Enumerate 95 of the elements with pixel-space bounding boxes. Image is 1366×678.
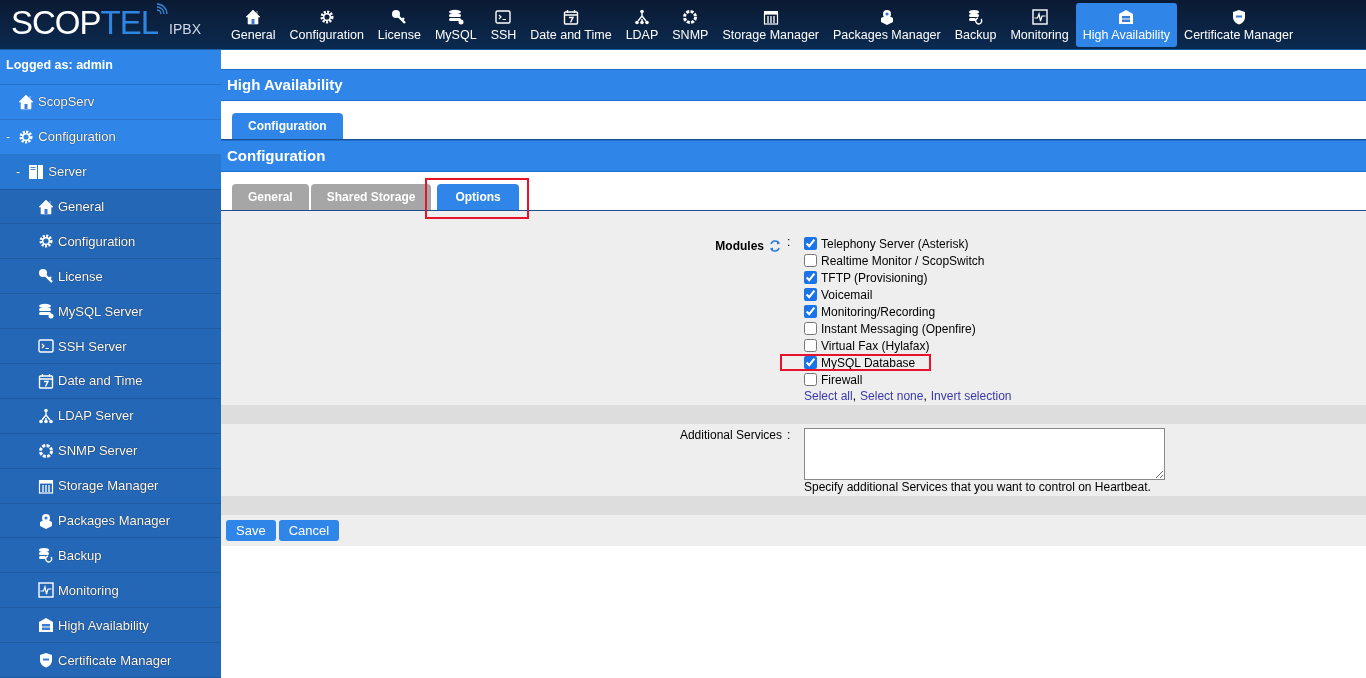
comma: , <box>923 389 927 403</box>
nav-item[interactable]: SNMP <box>665 2 716 47</box>
checkbox-label: Telephony Server (Asterisk) <box>821 236 969 251</box>
selection-link[interactable]: Invert selection <box>930 389 1012 403</box>
checkbox[interactable] <box>804 373 817 386</box>
tab[interactable]: Options <box>437 184 519 210</box>
pulse-monitor-icon <box>1031 8 1048 25</box>
checkbox-label: Firewall <box>821 372 863 387</box>
nav-item[interactable]: License <box>370 2 428 47</box>
help-text: Specify additional Services that you want to control on Heartbeat. <box>804 480 1152 494</box>
database-restore-icon <box>38 547 54 564</box>
key-icon <box>38 268 54 285</box>
server-house-icon <box>38 617 54 634</box>
gear-icon <box>38 233 54 250</box>
colon: : <box>786 428 792 444</box>
sidebar-item[interactable]: ScopServ <box>0 84 221 120</box>
house-icon <box>18 93 34 110</box>
sidebar-item[interactable]: SSH Server <box>0 329 221 364</box>
sidebar-item[interactable]: General <box>0 189 221 225</box>
checkbox[interactable] <box>804 305 817 318</box>
section-title: Configuration <box>221 140 1366 172</box>
nav-item[interactable]: Storage Manager <box>715 2 826 47</box>
field-label: Additional Services <box>679 428 782 442</box>
storefront-icon <box>762 8 779 25</box>
terminal-icon <box>495 8 512 25</box>
sidebar-item[interactable]: Packages Manager <box>0 503 221 539</box>
storefront-icon <box>38 477 54 494</box>
network-tree-icon <box>38 407 54 424</box>
ring-icon <box>38 442 54 459</box>
checkbox-label: MySQL Database <box>821 355 916 370</box>
nav-item[interactable]: MySQL <box>427 2 484 47</box>
server-tower-icon <box>28 163 45 180</box>
nav-item[interactable]: Date and Time <box>523 2 619 47</box>
database-icon <box>38 303 54 320</box>
gear-icon <box>18 128 35 145</box>
sidebar-item[interactable]: Storage Manager <box>0 468 221 504</box>
tab[interactable]: Configuration <box>232 113 343 139</box>
gear-icon <box>318 8 335 25</box>
checkbox-label: TFTP (Provisioning) <box>821 270 928 285</box>
pulse-monitor-icon <box>38 582 54 599</box>
checkbox-label: Virtual Fax (Hylafax) <box>821 338 930 353</box>
logged-user: Logged as: admin <box>0 50 221 85</box>
checkbox[interactable] <box>804 271 817 284</box>
network-tree-icon <box>633 8 650 25</box>
sidebar-item[interactable]: MySQL Server <box>0 294 221 330</box>
shield-icon <box>1230 8 1247 25</box>
comma: , <box>852 389 857 403</box>
sidebar-item[interactable]: High Availability <box>0 608 221 644</box>
nav-item[interactable]: Monitoring <box>1003 2 1076 47</box>
colon: : <box>786 235 792 251</box>
form-button[interactable]: Save <box>226 520 276 541</box>
nav-item[interactable]: Backup <box>947 2 1004 47</box>
calendar-icon <box>38 372 54 389</box>
nav-item[interactable]: SSH <box>483 2 524 47</box>
sidebar-item[interactable]: - Configuration <box>0 119 221 155</box>
nav-item[interactable]: General <box>224 2 283 47</box>
terminal-icon <box>38 338 54 355</box>
sidebar-item[interactable]: Backup <box>0 538 221 574</box>
calendar-icon <box>562 8 579 25</box>
ring-icon <box>682 8 699 25</box>
checkbox[interactable] <box>804 288 817 301</box>
refresh-icon[interactable] <box>768 239 782 253</box>
checkbox-label: Voicemail <box>821 287 873 302</box>
checkbox[interactable] <box>804 322 817 335</box>
database-icon <box>447 8 464 25</box>
key-icon <box>391 8 408 25</box>
sidebar-item[interactable]: Certificate Manager <box>0 643 221 678</box>
server-house-icon <box>1118 8 1135 25</box>
sidebar-item[interactable]: Date and Time <box>0 364 221 399</box>
services-textarea[interactable] <box>804 428 1165 480</box>
checkbox[interactable] <box>804 237 817 250</box>
nav-item[interactable]: LDAP <box>618 2 666 47</box>
checkbox[interactable] <box>804 356 817 369</box>
page-title: High Availability <box>221 69 1366 101</box>
checkbox-label: Instant Messaging (Openfire) <box>821 321 976 336</box>
nav-item[interactable]: Packages Manager <box>826 2 948 47</box>
package-icon <box>38 512 54 529</box>
nav-item[interactable]: Configuration <box>282 2 371 47</box>
checkbox-label: Realtime Monitor / ScopSwitch <box>821 253 985 268</box>
nav-item[interactable]: Certificate Manager <box>1177 2 1301 47</box>
house-icon <box>245 8 262 25</box>
nav-item[interactable]: High Availability <box>1075 2 1178 47</box>
sidebar-item[interactable]: Monitoring <box>0 573 221 609</box>
house-icon <box>38 198 54 215</box>
shield-icon <box>38 652 54 669</box>
selection-link[interactable]: Select all <box>804 389 853 403</box>
checkbox[interactable] <box>804 254 817 267</box>
package-icon <box>878 8 895 25</box>
form-button[interactable]: Cancel <box>278 520 340 541</box>
field-label: Modules <box>715 239 764 253</box>
checkbox-label: Monitoring/Recording <box>821 304 936 319</box>
database-restore-icon <box>967 8 984 25</box>
sidebar-item[interactable]: - Server <box>0 154 221 190</box>
logo: SCOPTEL IPBX <box>10 3 202 42</box>
checkbox[interactable] <box>804 339 817 352</box>
